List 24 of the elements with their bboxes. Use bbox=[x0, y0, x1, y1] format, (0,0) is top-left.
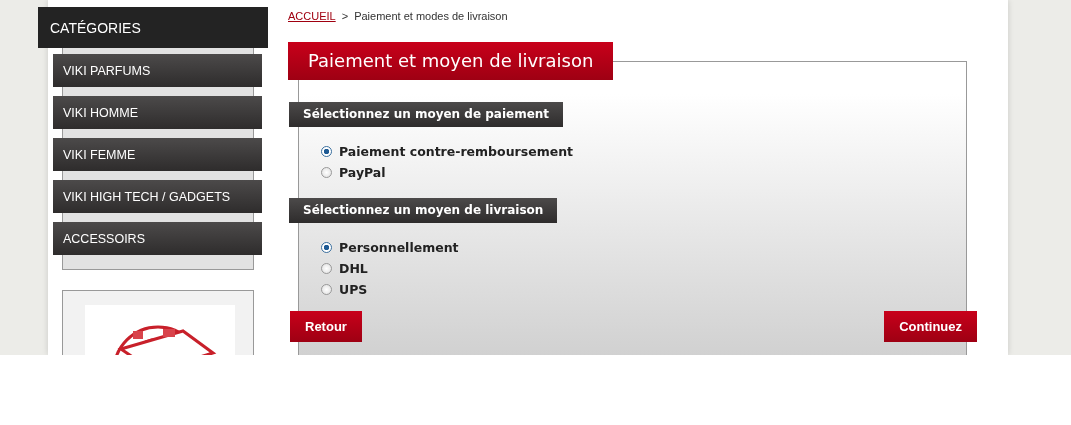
radio-label[interactable]: Paiement contre-remboursement bbox=[339, 144, 573, 159]
category-item[interactable]: VIKI HIGH TECH / GADGETS bbox=[53, 180, 262, 213]
breadcrumb-separator: > bbox=[341, 10, 349, 22]
category-item[interactable]: VIKI PARFUMS bbox=[53, 54, 262, 87]
back-button[interactable]: Retour bbox=[290, 311, 362, 342]
category-item[interactable]: VIKI FEMME bbox=[53, 138, 262, 171]
radio-label[interactable]: DHL bbox=[339, 261, 368, 276]
radio-label[interactable]: Personnellement bbox=[339, 240, 459, 255]
radio-button[interactable] bbox=[321, 284, 332, 295]
section-header: Sélectionnez un moyen de paiement bbox=[289, 102, 564, 127]
radio-button[interactable] bbox=[321, 263, 332, 274]
radio-button[interactable] bbox=[321, 146, 332, 157]
breadcrumb-link[interactable]: ACCUEIL bbox=[288, 10, 336, 22]
radio-label[interactable]: UPS bbox=[339, 282, 368, 297]
breadcrumb-current: Paiement et modes de livraison bbox=[354, 10, 508, 22]
radio-label[interactable]: PayPal bbox=[339, 165, 386, 180]
radio-button[interactable] bbox=[321, 242, 332, 253]
sidebar-title: CATÉGORIES bbox=[38, 7, 268, 48]
radio-button[interactable] bbox=[321, 167, 332, 178]
section-header: Sélectionnez un moyen de livraison bbox=[289, 198, 558, 223]
continue-button[interactable]: Continuez bbox=[884, 311, 977, 342]
category-item[interactable]: VIKI HOMME bbox=[53, 96, 262, 129]
category-item[interactable]: ACCESSOIRS bbox=[53, 222, 262, 255]
page-title: Paiement et moyen de livraison bbox=[288, 42, 614, 80]
